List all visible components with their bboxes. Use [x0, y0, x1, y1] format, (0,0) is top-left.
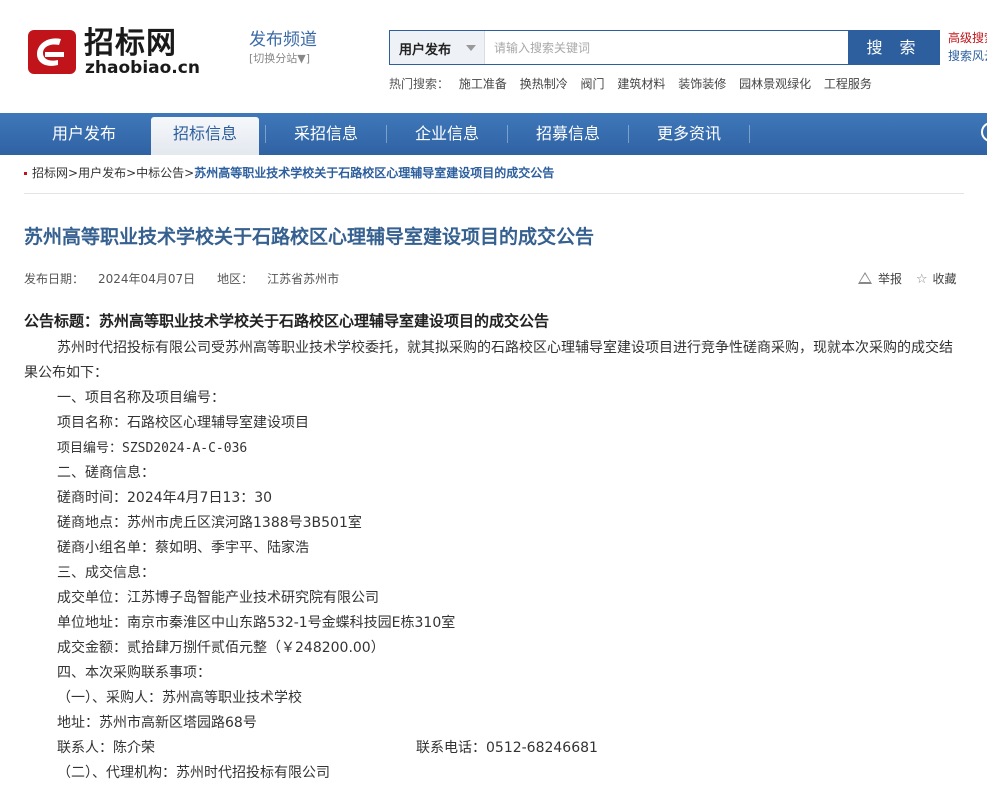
report-label: 举报: [878, 272, 903, 286]
contact-person: 联系人：陈介荣: [57, 740, 155, 756]
site-logo[interactable]: 招标网 zhaobiao.cn: [28, 28, 208, 80]
hot-search-item[interactable]: 园林景观绿化: [739, 77, 811, 91]
hot-search-item[interactable]: 阀门: [581, 77, 605, 91]
favorite-button[interactable]: ☆ 收藏: [916, 271, 957, 288]
search-button[interactable]: 搜 索: [848, 30, 940, 65]
logo-mark-icon: [28, 30, 76, 74]
notice-title: 公告标题：苏州高等职业技术学校关于石路校区心理辅导室建设项目的成交公告: [24, 312, 550, 330]
nav-item-company[interactable]: 企业信息: [391, 113, 503, 155]
article-actions: 举报 ☆ 收藏: [858, 271, 967, 288]
hot-search-item[interactable]: 换热制冷: [520, 77, 568, 91]
search-bar: 用户发布 搜 索: [389, 30, 940, 65]
warning-icon: [858, 272, 872, 284]
content-line: 磋商小组名单：蔡如明、季宇平、陆家浩: [57, 540, 309, 556]
search-type-dropdown[interactable]: 用户发布: [390, 31, 485, 64]
content-line: 项目名称：石路校区心理辅导室建设项目: [57, 415, 309, 431]
contact-row: 联系人：陈介荣 联系电话：0512-68246681: [24, 736, 964, 761]
page-title: 苏州高等职业技术学校关于石路校区心理辅导室建设项目的成交公告: [24, 226, 595, 248]
content-line: 磋商时间：2024年4月7日13：30: [57, 490, 273, 506]
circle-icon[interactable]: [981, 122, 987, 142]
hot-search-list: 热门搜索： 施工准备 换热制冷 阀门 建筑材料 装饰装修 园林景观绿化 工程服务: [389, 76, 881, 92]
breadcrumb: 招标网>用户发布>中标公告>苏州高等职业技术学校关于石路校区心理辅导室建设项目的…: [24, 165, 554, 181]
region-value: 江苏省苏州市: [267, 272, 340, 286]
content-line: 项目编号：SZSD2024-A-C-036: [57, 441, 248, 456]
nav-item-recruit[interactable]: 招募信息: [512, 113, 624, 155]
publish-date: 2024年04月07日: [98, 272, 196, 286]
channel-title: 发布频道: [249, 30, 317, 50]
region-label: 地区：: [217, 272, 254, 286]
hot-search-label: 热门搜索：: [389, 77, 450, 91]
logo-domain-text: zhaobiao.cn: [85, 58, 200, 78]
search-input[interactable]: [486, 31, 846, 64]
nav-divider: [749, 125, 750, 143]
nav-divider: [507, 125, 508, 143]
content-line: 三、成交信息：: [57, 565, 155, 581]
nav-item-more-news[interactable]: 更多资讯: [633, 113, 745, 155]
site-header: 招标网 zhaobiao.cn 发布频道 [切换分站▼] 用户发布 搜 索 高级…: [0, 0, 987, 113]
nav-divider: [386, 125, 387, 143]
breadcrumb-separator: >: [126, 166, 137, 180]
content-line: 成交金额：贰拾肆万捌仟贰佰元整（￥248200.00）: [57, 640, 385, 656]
bullet-icon: [24, 172, 27, 175]
report-button[interactable]: 举报: [858, 271, 902, 287]
channel-box: 发布频道 [切换分站▼]: [249, 30, 317, 66]
date-label: 发布日期：: [24, 272, 85, 286]
content-line: 地址：苏州市高新区塔园路68号: [57, 715, 257, 731]
breadcrumb-link[interactable]: 用户发布: [78, 166, 126, 180]
advanced-search-link[interactable]: 高级搜索: [948, 29, 987, 47]
hot-search-item[interactable]: 建筑材料: [617, 77, 665, 91]
breadcrumb-link[interactable]: 中标公告: [136, 166, 184, 180]
content-line: （一）、采购人：苏州高等职业技术学校: [57, 690, 302, 706]
logo-chinese-text: 招标网: [84, 26, 177, 61]
nav-item-procurement[interactable]: 采招信息: [270, 113, 382, 155]
hot-search-item[interactable]: 装饰装修: [678, 77, 726, 91]
article-meta: 发布日期： 2024年04月07日 地区： 江苏省苏州市: [24, 271, 353, 287]
divider: [24, 193, 964, 194]
favorite-label: 收藏: [932, 272, 957, 286]
advanced-search-box: 高级搜索 搜索风云: [948, 29, 987, 65]
content-line: 单位地址：南京市秦淮区中山东路532-1号金蝶科技园E栋310室: [57, 615, 456, 631]
nav-divider: [628, 125, 629, 143]
intro-paragraph: 苏州时代招投标有限公司受苏州高等职业技术学校委托，就其拟采购的石路校区心理辅导室…: [24, 340, 953, 381]
hot-search-item[interactable]: 工程服务: [824, 77, 872, 91]
breadcrumb-separator: >: [68, 166, 79, 180]
chevron-down-icon: [466, 45, 476, 51]
content-line: 成交单位：江苏博子岛智能产业技术研究院有限公司: [57, 590, 379, 606]
article-body: 公告标题：苏州高等职业技术学校关于石路校区心理辅导室建设项目的成交公告 苏州时代…: [24, 311, 964, 786]
content-line: 磋商地点：苏州市虎丘区滨河路1388号3B501室: [57, 515, 362, 531]
content-line: （二）、代理机构：苏州时代招投标有限公司: [57, 765, 330, 781]
nav-item-bidding[interactable]: 招标信息: [151, 117, 259, 155]
star-icon: ☆: [915, 272, 928, 287]
contact-phone: 联系电话：0512-68246681: [416, 740, 598, 756]
breadcrumb-link[interactable]: 招标网: [32, 166, 68, 180]
breadcrumb-separator: >: [184, 166, 195, 180]
hot-search-item[interactable]: 施工准备: [459, 77, 507, 91]
nav-item-user-publish[interactable]: 用户发布: [28, 113, 140, 155]
search-type-label: 用户发布: [399, 43, 452, 58]
content-line: 一、项目名称及项目编号：: [57, 390, 225, 406]
main-nav: 用户发布 招标信息 采招信息 企业信息 招募信息 更多资讯: [0, 113, 987, 155]
content-line: 四、本次采购联系事项：: [57, 665, 211, 681]
switch-site-link[interactable]: [切换分站▼]: [249, 52, 317, 66]
nav-divider: [265, 125, 266, 143]
search-tips-link[interactable]: 搜索风云: [948, 47, 987, 65]
content-line: 二、磋商信息：: [57, 465, 155, 481]
breadcrumb-current: 苏州高等职业技术学校关于石路校区心理辅导室建设项目的成交公告: [194, 166, 555, 180]
